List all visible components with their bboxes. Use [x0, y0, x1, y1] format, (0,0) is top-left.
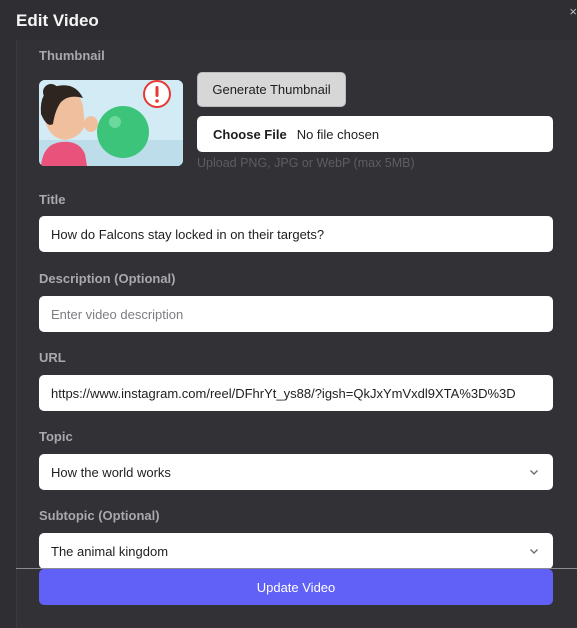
subtopic-label: Subtopic (Optional)	[39, 508, 160, 523]
title-field[interactable]: How do Falcons stay locked in on their t…	[39, 216, 553, 252]
url-value: https://www.instagram.com/reel/DFhrYt_ys…	[51, 385, 516, 401]
url-field[interactable]: https://www.instagram.com/reel/DFhrYt_ys…	[39, 375, 553, 411]
title-value: How do Falcons stay locked in on their t…	[51, 226, 325, 242]
topic-value: How the world works	[51, 464, 171, 480]
description-input[interactable]	[51, 306, 539, 322]
file-input[interactable]: Choose File No file chosen	[197, 116, 553, 152]
file-status: No file chosen	[296, 126, 380, 142]
description-label: Description (Optional)	[39, 271, 176, 286]
topic-label: Topic	[39, 429, 73, 444]
modal-title: Edit Video	[16, 11, 99, 30]
choose-file-button[interactable]: Choose File	[213, 127, 287, 142]
close-icon[interactable]: ×	[569, 4, 577, 19]
subtopic-value: The animal kingdom	[51, 543, 169, 559]
url-label: URL	[39, 350, 66, 365]
update-video-button[interactable]: Update Video	[39, 569, 553, 605]
topic-select[interactable]: How the world works	[39, 454, 553, 490]
thumbnail-label: Thumbnail	[39, 48, 105, 63]
description-field[interactable]	[39, 296, 553, 332]
thumbnail-image	[39, 80, 183, 166]
subtopic-select[interactable]: The animal kingdom	[39, 533, 553, 569]
chevron-down-icon	[530, 470, 538, 475]
title-label: Title	[39, 192, 66, 207]
chevron-down-icon	[530, 549, 538, 554]
generate-thumbnail-button[interactable]: Generate Thumbnail	[197, 72, 346, 107]
upload-hint: Upload PNG, JPG or WebP (max 5MB)	[197, 156, 415, 170]
